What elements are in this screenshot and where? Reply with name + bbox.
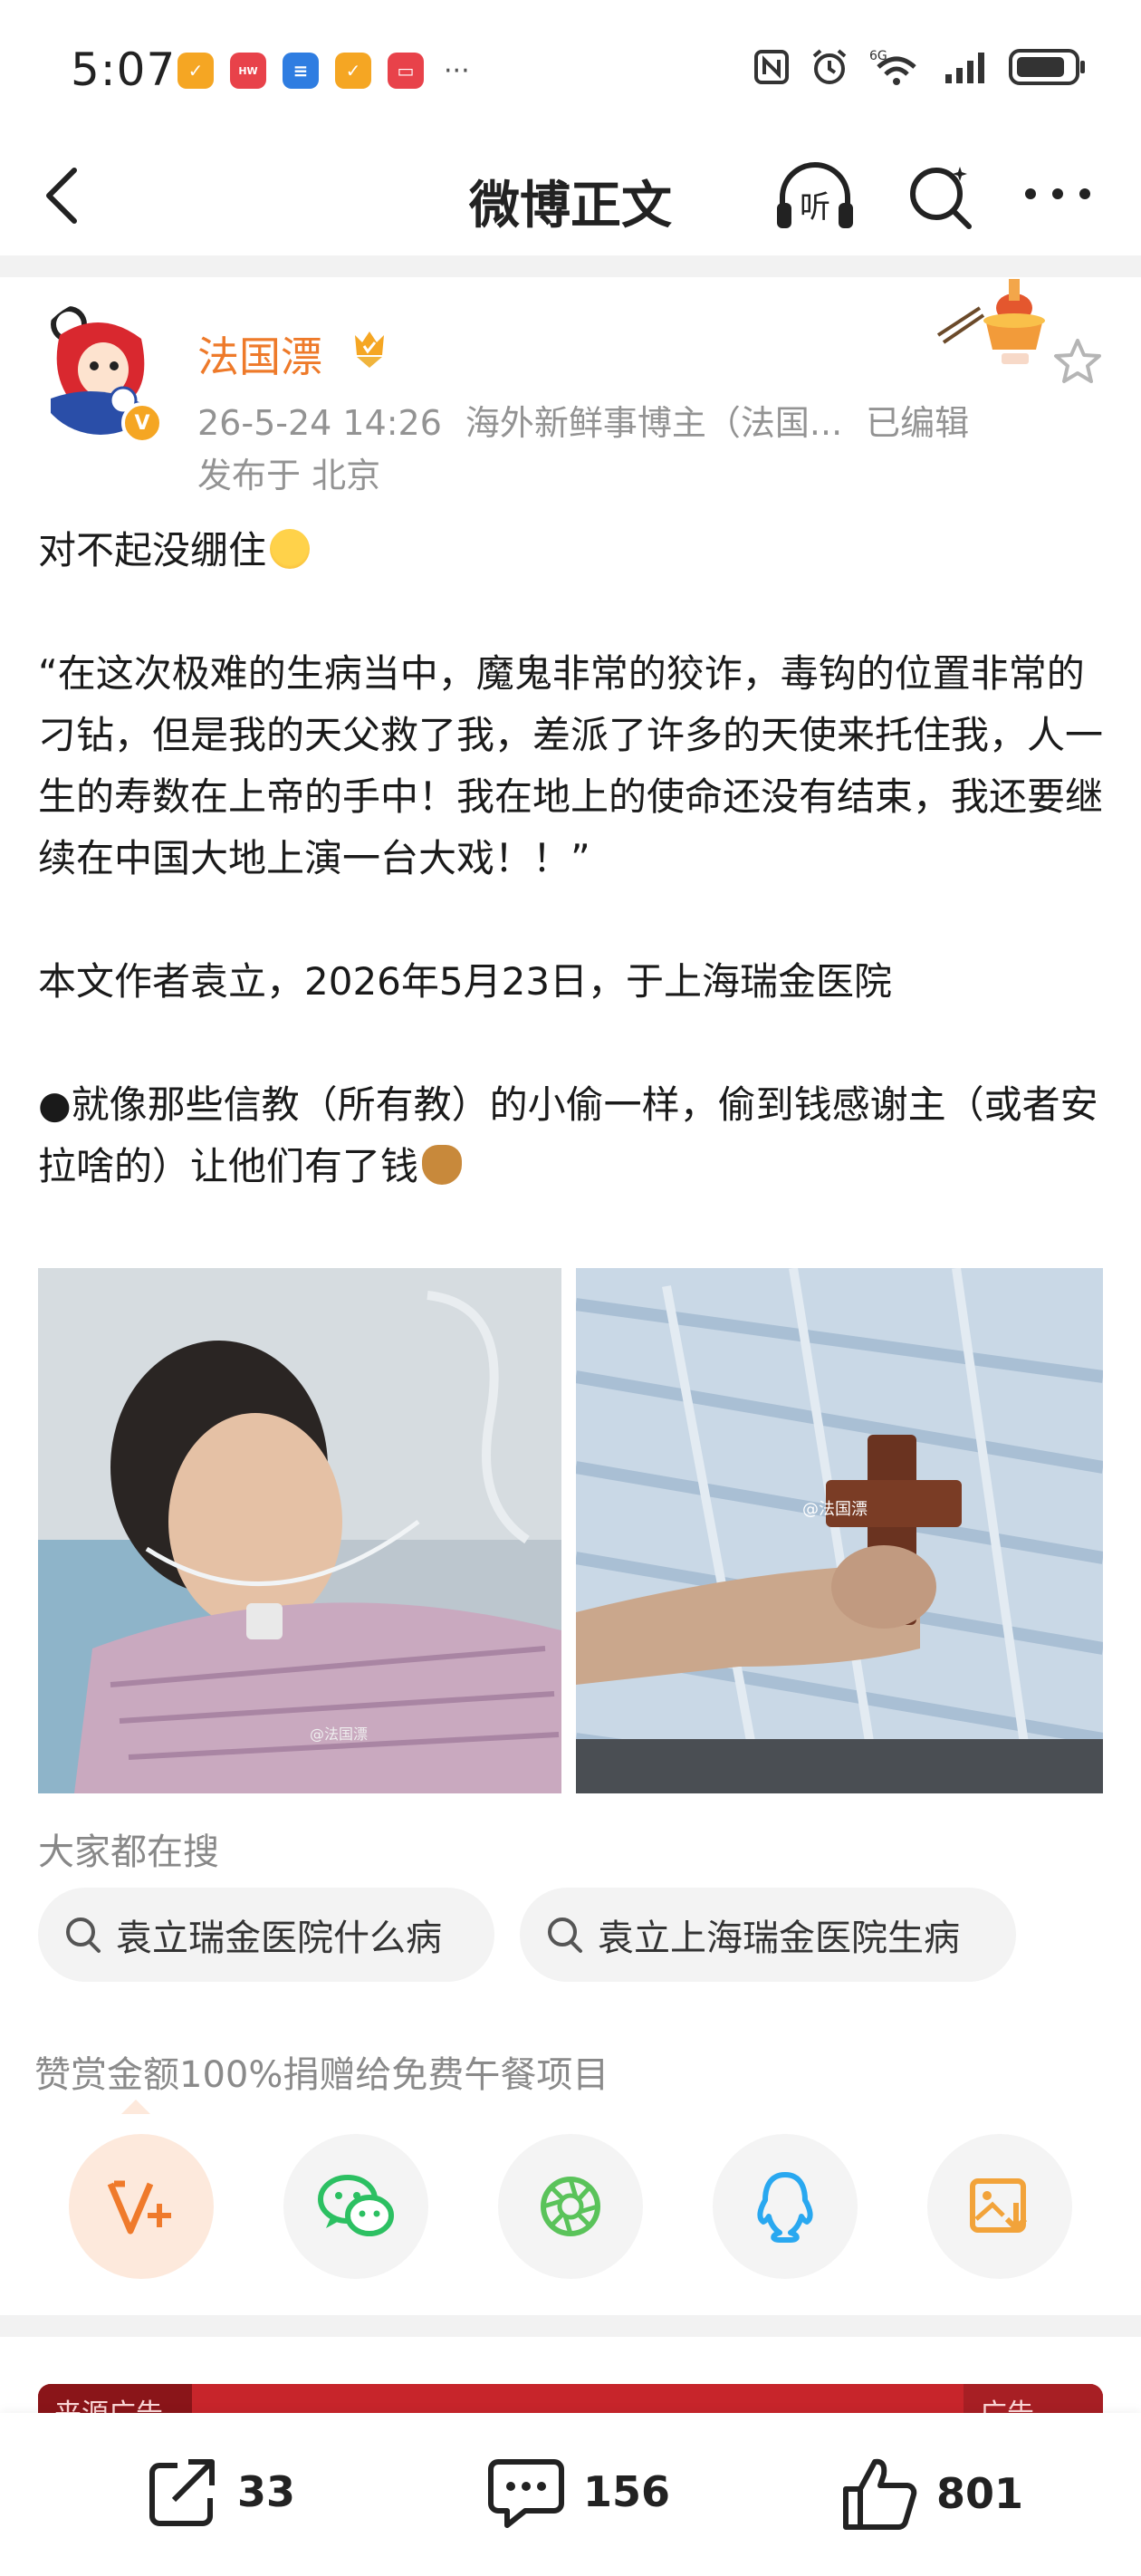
search-icon xyxy=(548,1918,582,1953)
wifi-icon: 6G xyxy=(869,49,916,85)
search-suggestion-label: 袁立上海瑞金医院生病 xyxy=(598,1918,960,1959)
svg-text:@法国漂: @法国漂 xyxy=(802,1500,868,1519)
post-line: ●就像那些信教（所有教）的小偷一样，偷到钱感谢主（或者安拉啥的）让他们有了钱 xyxy=(38,1074,1107,1197)
edited-label[interactable]: 已编辑 xyxy=(866,403,969,443)
post-body: 对不起没绷住 “在这次极难的生病当中，魔鬼非常的狡诈，毒钩的位置非常的刁钻，但是… xyxy=(38,520,1107,1197)
divider xyxy=(0,2315,1141,2337)
share-count: 33 xyxy=(237,2467,296,2516)
hotpot-sticker-icon xyxy=(936,279,1045,364)
post-text: 对不起没绷住 xyxy=(38,528,267,572)
battery-icon xyxy=(1009,49,1085,85)
post-date: 26-5-24 14:26 xyxy=(197,403,442,443)
favorite-star-icon[interactable] xyxy=(1050,335,1105,389)
author-tag[interactable]: 海外新鲜事博主（法国... xyxy=(465,403,842,443)
share-row xyxy=(69,2134,1072,2279)
bottom-action-bar: 33 156 801 xyxy=(0,2413,1141,2576)
comment-count: 156 xyxy=(583,2467,671,2516)
reward-note: 赞赏金额100%捐赠给免费午餐项目 xyxy=(34,2054,609,2096)
huawei-app-icon: HW xyxy=(230,53,266,89)
more-notifications-icon: ··· xyxy=(444,54,470,87)
share-moments-button[interactable] xyxy=(498,2134,643,2279)
search-suggestion-chip[interactable]: 袁立上海瑞金医院生病 xyxy=(520,1888,1016,1982)
like-button[interactable]: 801 xyxy=(839,2453,1023,2534)
thumbs-up-icon xyxy=(843,2458,917,2530)
search-icon[interactable] xyxy=(904,159,976,232)
alarm-icon xyxy=(812,49,847,84)
post-image-2[interactable]: @法国漂 xyxy=(576,1268,1103,1793)
status-time: 5:07 xyxy=(71,43,177,96)
search-icon xyxy=(66,1918,101,1953)
nfc-icon xyxy=(754,50,789,84)
status-indicators: 6G xyxy=(753,47,1087,87)
notification-icons: ✓ HW ≡ ✓ ▭ ··· xyxy=(177,53,470,89)
app-blue-icon: ≡ xyxy=(283,53,319,89)
qq-penguin-icon xyxy=(757,2172,813,2243)
app-orange-icon: ✓ xyxy=(335,53,371,89)
search-suggestion-label: 袁立瑞金医院什么病 xyxy=(116,1918,442,1959)
comment-bubble-icon xyxy=(488,2459,564,2528)
wechat-icon xyxy=(318,2175,394,2236)
svg-text:听: 听 xyxy=(800,189,830,226)
reward-v-plus-icon xyxy=(107,2180,171,2235)
post-image-1[interactable]: @法国漂 xyxy=(38,1268,561,1793)
share-arrow-icon xyxy=(149,2459,215,2526)
like-count: 801 xyxy=(936,2469,1024,2518)
repost-button[interactable]: 33 xyxy=(143,2453,295,2531)
more-options-icon[interactable] xyxy=(1020,176,1096,212)
post-comment: ●就像那些信教（所有教）的小偷一样，偷到钱感谢主（或者安拉啥的）让他们有了钱 xyxy=(38,1082,1098,1188)
post-quote: “在这次极难的生病当中，魔鬼非常的狡诈，毒钩的位置非常的刁钻，但是我的天父救了我… xyxy=(38,651,1104,880)
comment-button[interactable]: 156 xyxy=(485,2453,670,2531)
search-suggestion-chip[interactable]: 袁立瑞金医院什么病 xyxy=(38,1888,494,1982)
app-orange-icon: ✓ xyxy=(177,53,214,89)
app-red-icon: ▭ xyxy=(388,53,424,89)
save-image-icon xyxy=(970,2178,1028,2233)
trending-search-heading: 大家都在搜 xyxy=(38,1831,219,1873)
post-line: 对不起没绷住 xyxy=(38,520,1107,582)
post-meta: 26-5-24 14:26 海外新鲜事博主（法国... 已编辑 xyxy=(197,395,992,445)
signal-icon xyxy=(945,53,984,83)
reward-button[interactable] xyxy=(69,2134,214,2279)
status-bar: 5:07 ✓ HW ≡ ✓ ▭ ··· 6G xyxy=(0,0,1141,136)
post-source: 本文作者袁立，2026年5月23日，于上海瑞金医院 xyxy=(38,959,893,1004)
nav-bar: 微博正文 听 xyxy=(0,136,1141,255)
post-location: 发布于 北京 xyxy=(197,456,381,495)
rofl-emoji-icon xyxy=(270,529,311,569)
money-bag-emoji-icon xyxy=(422,1145,463,1185)
share-wechat-button[interactable] xyxy=(283,2134,428,2279)
share-qq-button[interactable] xyxy=(713,2134,858,2279)
save-image-button[interactable] xyxy=(927,2134,1072,2279)
vip-badge-icon xyxy=(355,332,384,368)
svg-text:@法国漂: @法国漂 xyxy=(310,1725,368,1743)
author-name[interactable]: 法国漂 xyxy=(197,324,322,384)
verified-badge-icon: V xyxy=(121,402,163,444)
listen-headphones-icon[interactable]: 听 xyxy=(772,158,858,234)
wechat-moments-icon xyxy=(541,2177,600,2236)
reward-pointer xyxy=(121,2100,150,2114)
